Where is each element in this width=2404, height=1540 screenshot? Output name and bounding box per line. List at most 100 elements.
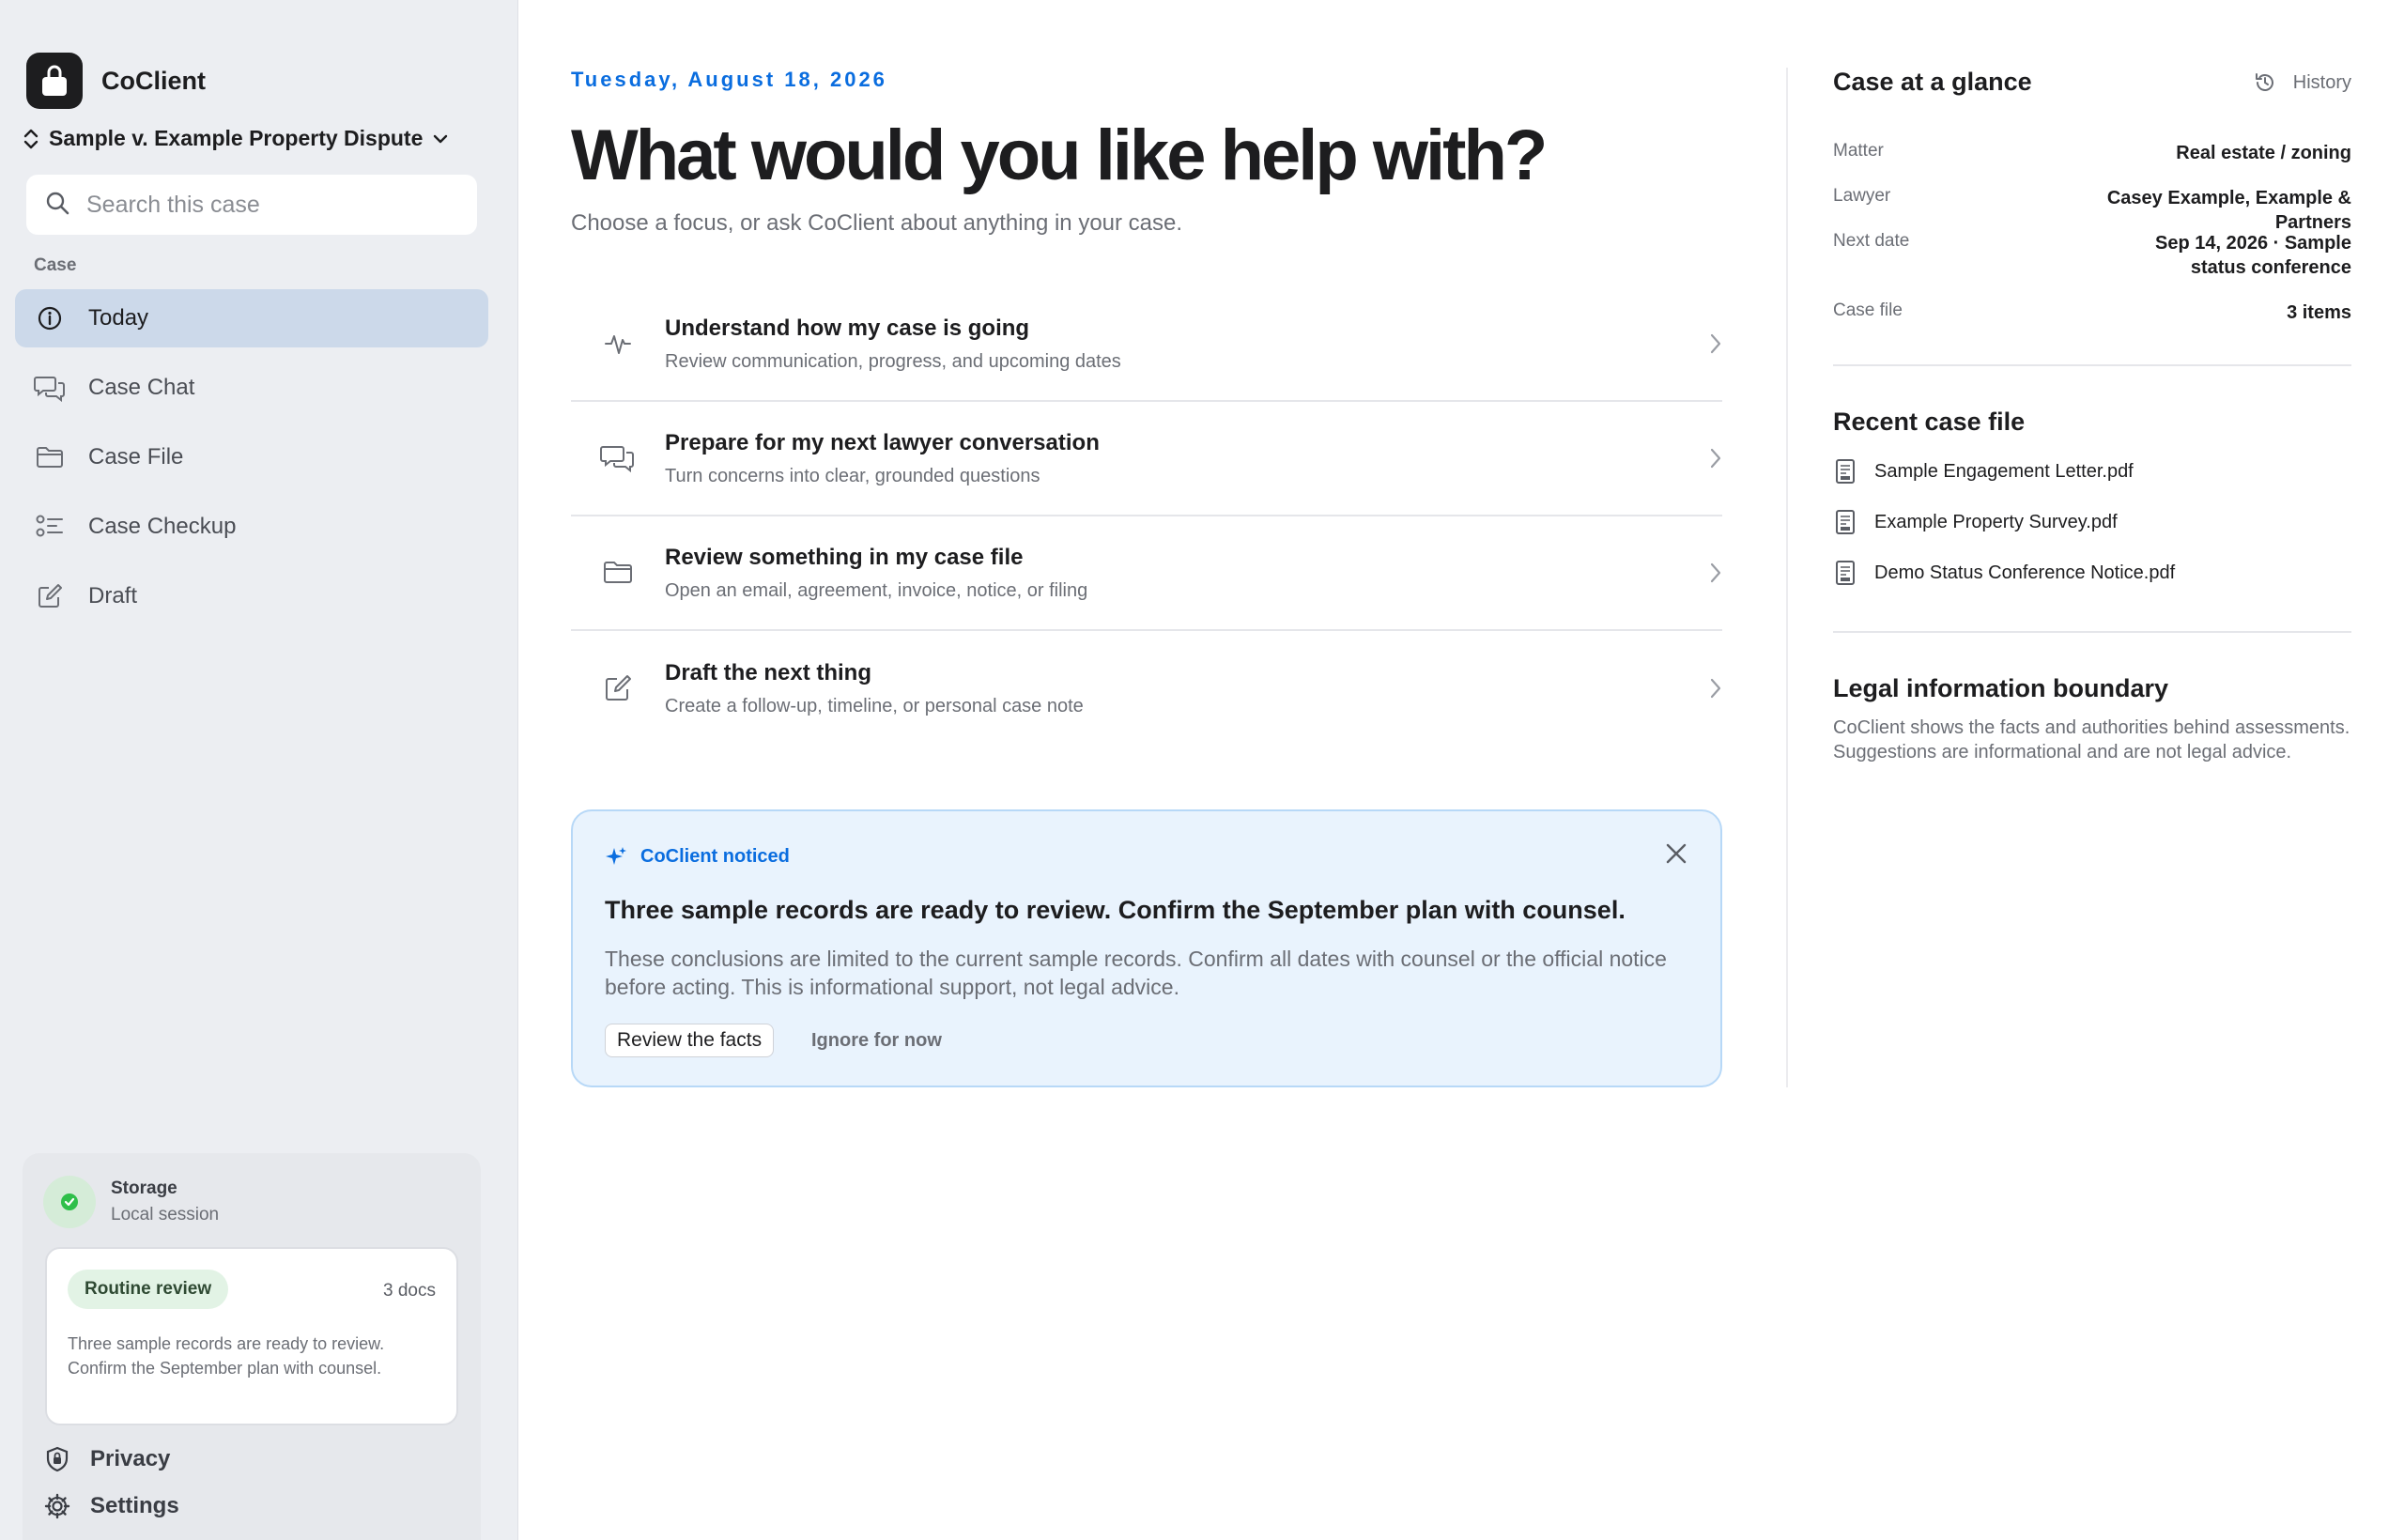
folder-icon	[571, 560, 665, 586]
chevron-right-icon	[1709, 677, 1722, 704]
sidebar-item-label: Draft	[88, 583, 138, 608]
privacy-link[interactable]: Privacy	[43, 1446, 170, 1472]
history-label: History	[2292, 71, 2351, 93]
storage-status: Storage Local session	[43, 1176, 219, 1228]
fact-key: Case file	[1833, 300, 1903, 320]
sidebar-item-case-chat[interactable]: Case Chat	[15, 359, 488, 417]
privacy-label: Privacy	[90, 1446, 171, 1471]
ignore-button[interactable]: Ignore for now	[811, 1024, 942, 1057]
sidebar-item-today[interactable]: Today	[15, 289, 488, 347]
checklist-icon	[34, 511, 66, 543]
recent-file-item[interactable]: Demo Status Conference Notice.pdf	[1833, 560, 2175, 586]
sidebar-item-label: Case File	[88, 444, 184, 470]
fact-value: Casey Example, Example & Partners	[2106, 188, 2351, 233]
sidebar-item-label: Case Checkup	[88, 514, 237, 539]
recent-file-name: Sample Engagement Letter.pdf	[1874, 460, 2134, 482]
doc-count: 3 docs	[383, 1281, 436, 1301]
brand: CoClient	[26, 53, 206, 109]
recent-file-name: Example Property Survey.pdf	[1874, 511, 2118, 532]
clock-history-icon	[2254, 71, 2276, 94]
app-name: CoClient	[101, 66, 206, 95]
focus-item-title: Draft the next thing	[665, 659, 871, 685]
recent-file-item[interactable]: Sample Engagement Letter.pdf	[1833, 458, 2134, 485]
sidebar-item-case-checkup[interactable]: Case Checkup	[15, 498, 488, 556]
chat-bubbles-icon	[571, 443, 665, 473]
shield-icon	[43, 1446, 71, 1472]
focus-item-subtitle: Open an email, agreement, invoice, notic…	[665, 579, 1088, 601]
chevron-right-icon	[1709, 447, 1722, 474]
focus-item-lawyer-conversation[interactable]: Prepare for my next lawyer conversation …	[571, 402, 1722, 516]
sidebar-item-label: Case Chat	[88, 375, 195, 400]
case-switcher-label: Sample v. Example Property Dispute	[49, 126, 424, 150]
compose-icon	[34, 580, 66, 612]
sidebar-item-draft[interactable]: Draft	[15, 567, 488, 625]
sidebar-nav: Today Case Chat Case File Case Checkup D…	[15, 289, 488, 637]
routine-review-card[interactable]: Routine review 3 docs Three sample recor…	[45, 1247, 458, 1425]
fact-key: Matter	[1833, 141, 1884, 161]
up-down-chevron-icon	[23, 127, 39, 151]
pulse-icon	[571, 331, 665, 357]
sidebar: CoClient Sample v. Example Property Disp…	[0, 0, 518, 1540]
chevron-right-icon	[1709, 332, 1722, 360]
recent-files-title: Recent case file	[1833, 408, 2026, 436]
panel-divider	[1786, 68, 1788, 1087]
boundary-title: Legal information boundary	[1833, 674, 2169, 702]
divider	[1833, 631, 2351, 633]
sidebar-item-label: Today	[88, 305, 149, 331]
search-icon	[45, 191, 69, 220]
page-title: What would you like help with?	[571, 116, 1548, 195]
fact-value: Real estate / zoning	[2176, 143, 2351, 163]
focus-list: Understand how my case is going Review c…	[571, 287, 1722, 746]
shield-check-icon	[43, 1176, 96, 1228]
case-switcher[interactable]: Sample v. Example Property Dispute	[23, 126, 449, 151]
gear-icon	[43, 1493, 71, 1519]
app-logo-icon	[26, 53, 83, 109]
sparkle-icon	[605, 845, 627, 868]
sidebar-footer: Storage Local session Routine review 3 d…	[23, 1153, 481, 1540]
recent-file-item[interactable]: Example Property Survey.pdf	[1833, 509, 2118, 535]
focus-item-title: Prepare for my next lawyer conversation	[665, 429, 1100, 455]
boundary-text: CoClient shows the facts and authorities…	[1833, 717, 2350, 762]
search-box	[26, 175, 477, 235]
notice-body: These conclusions are limited to the cur…	[605, 947, 1667, 999]
focus-item-subtitle: Create a follow-up, timeline, or persona…	[665, 695, 1084, 716]
focus-item-subtitle: Turn concerns into clear, grounded quest…	[665, 465, 1040, 486]
chevron-down-icon	[432, 132, 449, 146]
divider	[1833, 364, 2351, 366]
document-icon	[1833, 560, 1857, 586]
search-input[interactable]	[86, 191, 462, 219]
review-facts-button[interactable]: Review the facts	[605, 1024, 775, 1057]
notice-tag-label: CoClient noticed	[640, 845, 790, 867]
recent-file-name: Demo Status Conference Notice.pdf	[1874, 562, 2176, 583]
close-icon[interactable]	[1664, 841, 1688, 870]
current-date: Tuesday, August 18, 2026	[571, 68, 887, 91]
focus-item-review-case-file[interactable]: Review something in my case file Open an…	[571, 516, 1722, 631]
notice-tag: CoClient noticed	[605, 845, 790, 868]
folder-icon	[34, 441, 66, 473]
notice-title: Three sample records are ready to review…	[605, 896, 1626, 924]
chat-bubbles-icon	[34, 372, 66, 404]
focus-item-title: Understand how my case is going	[665, 315, 1030, 341]
nav-section-label: Case	[34, 255, 77, 275]
fact-key: Lawyer	[1833, 186, 1891, 206]
document-icon	[1833, 509, 1857, 535]
document-icon	[1833, 458, 1857, 485]
focus-item-draft[interactable]: Draft the next thing Create a follow-up,…	[571, 631, 1722, 746]
sidebar-item-case-file[interactable]: Case File	[15, 428, 488, 486]
coclient-notice-card: CoClient noticed Three sample records ar…	[571, 809, 1722, 1087]
fact-key: Next date	[1833, 231, 1910, 251]
storage-subtitle: Local session	[111, 1205, 220, 1224]
page-subtitle: Choose a focus, or ask CoClient about an…	[571, 210, 1183, 236]
review-summary: Three sample records are ready to review…	[68, 1334, 385, 1378]
fact-value: 3 items	[2287, 302, 2351, 323]
settings-link[interactable]: Settings	[43, 1493, 179, 1519]
status-badge: Routine review	[68, 1270, 229, 1309]
chevron-right-icon	[1709, 562, 1722, 589]
panel-title: Case at a glance	[1833, 68, 2032, 96]
focus-item-case-progress[interactable]: Understand how my case is going Review c…	[571, 287, 1722, 402]
focus-item-subtitle: Review communication, progress, and upco…	[665, 350, 1121, 372]
fact-value: Sep 14, 2026 · Sample status conference	[2154, 233, 2351, 278]
focus-item-title: Review something in my case file	[665, 544, 1024, 570]
settings-label: Settings	[90, 1493, 179, 1518]
history-button[interactable]: History	[2254, 71, 2351, 94]
